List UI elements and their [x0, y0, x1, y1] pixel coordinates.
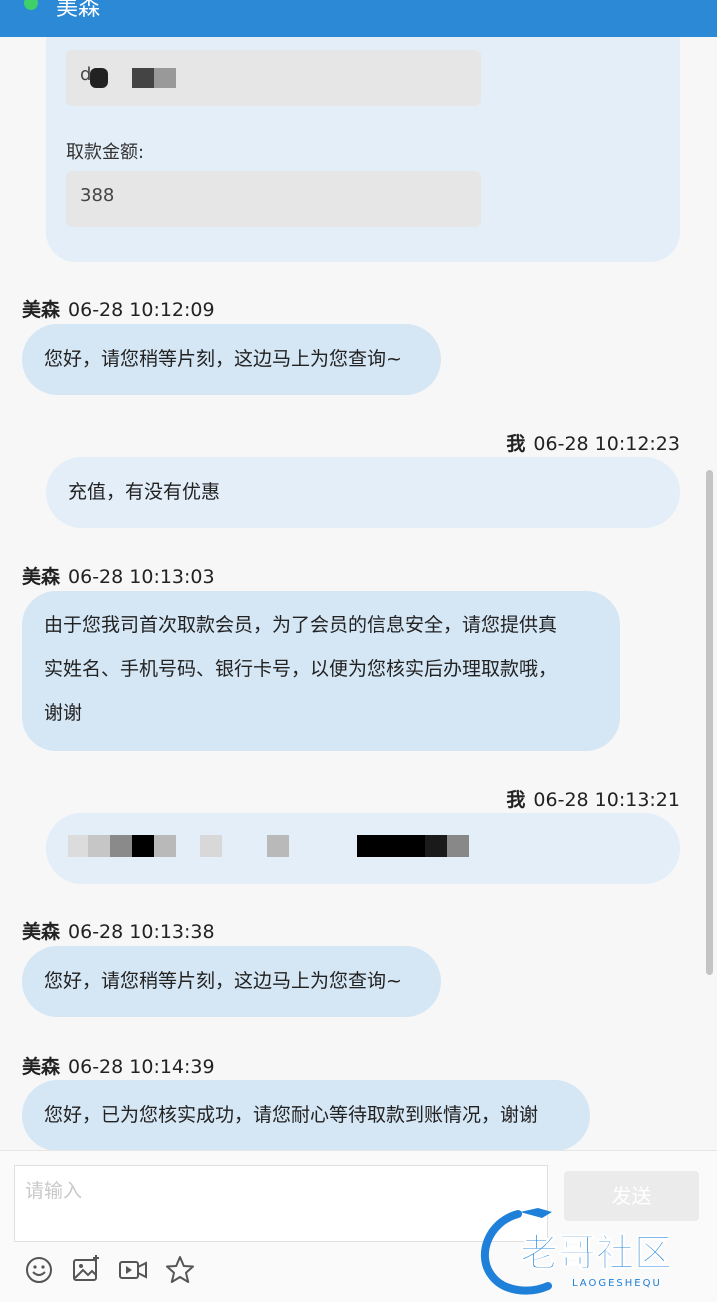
redacted-mosaic: [425, 835, 447, 857]
redacted-mosaic: [90, 68, 108, 88]
redacted-mosaic: [154, 835, 176, 857]
message-meta: 美森 06-28 10:13:03: [22, 566, 215, 588]
message-line: 由于您我司首次取款会员，为了会员的信息安全，请您提供真: [44, 614, 558, 636]
contact-name: 美森: [56, 0, 101, 21]
emoji-icon[interactable]: [24, 1255, 54, 1285]
online-status-dot: [24, 0, 38, 10]
amount-label: 取款金额:: [66, 142, 145, 163]
message-input[interactable]: 请输入: [14, 1165, 548, 1242]
redacted-mosaic: [68, 835, 88, 857]
redacted-mosaic: [110, 835, 132, 857]
redacted-mosaic: [88, 835, 110, 857]
message-list[interactable]: d 取款金额: 388 美森 06-28 10:12:09 您好，请您稍等片刻，这…: [0, 37, 717, 1150]
composer-bar: 请输入 发送 老哥社区 LAOGESHEQU: [0, 1150, 717, 1302]
image-icon[interactable]: [71, 1255, 101, 1285]
redacted-mosaic: [200, 835, 222, 857]
message-line: 谢谢: [44, 702, 83, 724]
message-meta: 我 06-28 10:12:23: [506, 433, 680, 455]
message-bubble: 充值，有没有优惠: [46, 457, 680, 528]
redacted-mosaic: [132, 68, 154, 88]
withdraw-form-card: d 取款金额: 388: [46, 37, 680, 262]
amount-value: 388: [80, 185, 115, 206]
message-meta: 我 06-28 10:13:21: [506, 789, 680, 811]
star-icon[interactable]: [165, 1255, 195, 1285]
message-meta: 美森 06-28 10:14:39: [22, 1056, 215, 1078]
svg-text:老哥社区: 老哥社区: [520, 1231, 672, 1275]
amount-field: 388: [66, 171, 481, 227]
video-icon[interactable]: [118, 1255, 148, 1285]
watermark-logo: 老哥社区 LAOGESHEQU: [480, 1208, 673, 1295]
message-bubble: 您好，已为您核实成功，请您耐心等待取款到账情况，谢谢: [22, 1080, 590, 1150]
scrollbar[interactable]: [706, 470, 713, 975]
redacted-mosaic: [357, 835, 425, 857]
account-field: d: [66, 50, 481, 106]
message-line: 实姓名、手机号码、银行卡号，以便为您核实后办理取款哦，: [44, 658, 558, 680]
redacted-mosaic: [267, 835, 289, 857]
message-bubble: 由于您我司首次取款会员，为了会员的信息安全，请您提供真 实姓名、手机号码、银行卡…: [22, 591, 620, 751]
redacted-mosaic: [154, 68, 176, 88]
svg-text:LAOGESHEQU: LAOGESHEQU: [572, 1278, 662, 1289]
message-bubble: 您好，请您稍等片刻，这边马上为您查询~: [22, 946, 441, 1017]
message-meta: 美森 06-28 10:13:38: [22, 921, 215, 943]
message-bubble: [46, 813, 680, 884]
message-meta: 美森 06-28 10:12:09: [22, 299, 215, 321]
redacted-mosaic: [447, 835, 469, 857]
chat-header: 美森: [0, 0, 717, 37]
message-bubble: 您好，请您稍等片刻，这边马上为您查询~: [22, 324, 441, 395]
redacted-mosaic: [132, 835, 154, 857]
